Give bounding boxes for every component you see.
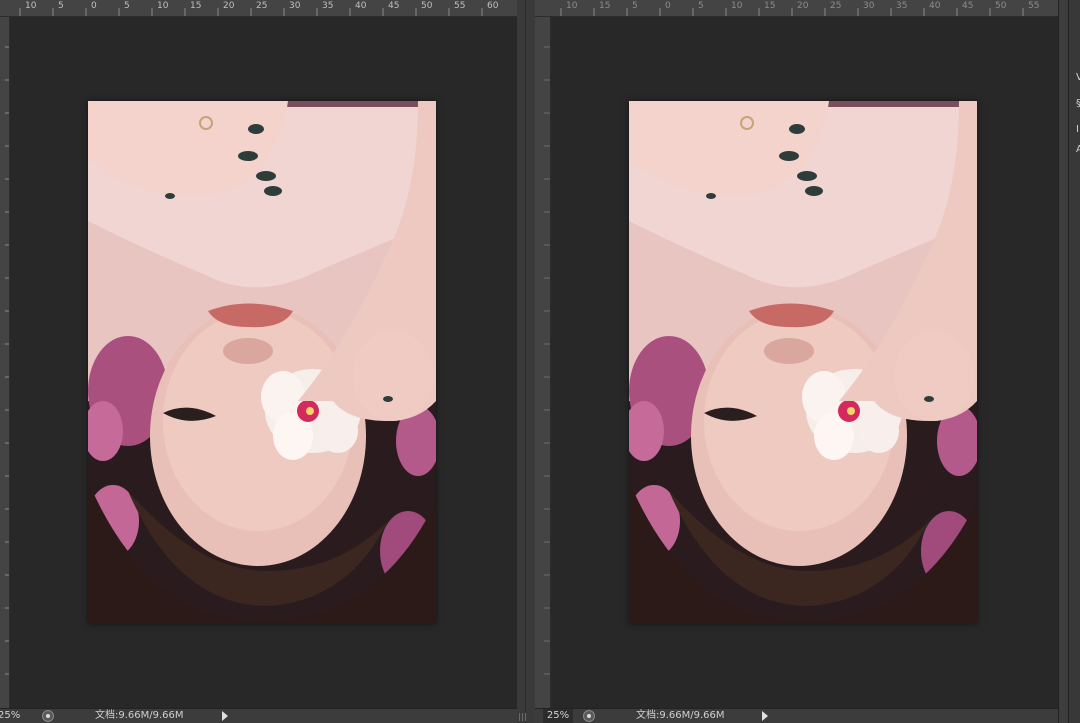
ruler-label: 0 (91, 1, 97, 11)
ruler-label: 0 (665, 1, 671, 11)
panel-glyph[interactable]: § (1076, 98, 1080, 109)
vertical-scrollbar[interactable] (1058, 0, 1068, 723)
ruler-label: 55 (454, 1, 466, 11)
canvas-area[interactable] (551, 17, 1058, 708)
document-size-info: 文档:9.66M/9.66M (636, 710, 725, 721)
side-panel[interactable]: V § I A (1068, 0, 1080, 723)
document-window-right[interactable]: 10 15 5 0 5 10 15 20 25 30 35 40 45 50 5… (535, 0, 1058, 723)
ruler-label: 10 (157, 1, 169, 11)
ruler-label: 30 (863, 1, 875, 11)
document-image[interactable] (629, 101, 977, 624)
ruler-ticks (544, 46, 550, 675)
ruler-label: 55 (1028, 1, 1040, 11)
document-window-left[interactable]: 10 5 0 5 10 15 20 25 30 35 40 45 50 55 6… (0, 0, 517, 723)
ruler-label: 15 (764, 1, 776, 11)
canvas-area[interactable] (10, 17, 517, 708)
zoom-level[interactable]: 25% (0, 709, 32, 723)
ruler-label: 45 (388, 1, 400, 11)
resize-gripper-icon[interactable] (517, 709, 527, 723)
ruler-label: 10 (731, 1, 743, 11)
panel-glyph[interactable]: A (1076, 144, 1080, 155)
ruler-label: 60 (487, 1, 499, 11)
ruler-label: 35 (896, 1, 908, 11)
ruler-label: 50 (421, 1, 433, 11)
window-splitter[interactable] (517, 0, 535, 723)
vertical-ruler[interactable] (535, 17, 551, 708)
panel-glyph[interactable]: V (1076, 72, 1080, 83)
ruler-label: 5 (124, 1, 130, 11)
ruler-label: 35 (322, 1, 334, 11)
status-bar: 25% 文档:9.66M/9.66M (0, 708, 517, 723)
ruler-label: 5 (58, 1, 64, 11)
document-profile-icon[interactable] (42, 710, 54, 722)
document-size-info: 文档:9.66M/9.66M (95, 710, 184, 721)
ruler-label: 40 (929, 1, 941, 11)
status-menu-arrow-icon[interactable] (222, 711, 228, 721)
document-image[interactable] (88, 101, 436, 624)
zoom-level[interactable]: 25% (543, 709, 573, 723)
ruler-label: 20 (223, 1, 235, 11)
ruler-label: 30 (289, 1, 301, 11)
ruler-label: 15 (599, 1, 611, 11)
status-menu-arrow-icon[interactable] (762, 711, 768, 721)
horizontal-ruler[interactable]: 10 15 5 0 5 10 15 20 25 30 35 40 45 50 5… (535, 0, 1058, 17)
vertical-ruler[interactable] (0, 17, 10, 708)
splitter-line (525, 0, 526, 723)
ruler-label: 10 (566, 1, 578, 11)
ruler-label: 5 (632, 1, 638, 11)
ruler-ticks (5, 46, 9, 675)
ruler-label: 25 (256, 1, 268, 11)
ruler-label: 50 (995, 1, 1007, 11)
status-bar: 25% 文档:9.66M/9.66M (535, 708, 1058, 723)
ruler-label: 45 (962, 1, 974, 11)
ruler-label: 25 (830, 1, 842, 11)
portrait-photo (88, 101, 436, 624)
ruler-label: 5 (698, 1, 704, 11)
document-profile-icon[interactable] (583, 710, 595, 722)
portrait-photo (629, 101, 977, 624)
ruler-label: 10 (25, 1, 37, 11)
ruler-label: 20 (797, 1, 809, 11)
ruler-label: 15 (190, 1, 202, 11)
ruler-label: 40 (355, 1, 367, 11)
panel-glyph[interactable]: I (1076, 124, 1079, 135)
horizontal-ruler[interactable]: 10 5 0 5 10 15 20 25 30 35 40 45 50 55 6… (0, 0, 517, 17)
